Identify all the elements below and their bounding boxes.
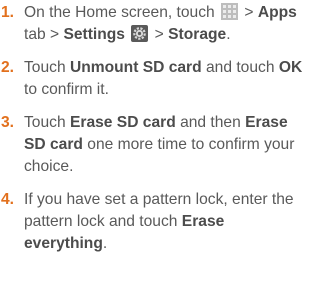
instruction-steps: 1. On the Home screen, touch > Apps tab … <box>0 2 308 266</box>
step-text: and touch <box>206 59 275 76</box>
step-1: 1. On the Home screen, touch > Apps tab … <box>0 2 308 46</box>
step-text: . <box>226 26 231 43</box>
step-text: to confirm it. <box>24 81 109 98</box>
step-text: Touch <box>24 114 66 131</box>
step-2: 2. Touch Unmount SD card and touch OK to… <box>0 57 308 101</box>
step-text: > <box>154 26 164 43</box>
step-number: 4. <box>1 191 15 208</box>
step-number: 3. <box>1 114 15 131</box>
step-text: Touch <box>24 59 66 76</box>
settings-gear-icon <box>131 25 149 42</box>
step-text: > <box>244 4 254 21</box>
erase-sd-card-label: Erase SD card <box>69 114 176 131</box>
step-number: 2. <box>1 59 15 76</box>
apps-grid-icon <box>221 3 239 20</box>
unmount-sd-card-label: Unmount SD card <box>69 59 202 76</box>
step-4: 4. If you have set a pattern lock, enter… <box>0 189 308 255</box>
step-text: If you have set a pattern lock, enter th… <box>24 191 294 230</box>
step-text: . <box>102 235 108 252</box>
ok-label: OK <box>278 59 303 76</box>
step-text: and then <box>180 114 241 131</box>
step-text: tab > <box>24 26 60 43</box>
storage-label: Storage <box>168 26 227 43</box>
step-3: 3. Touch Erase SD card and then Erase SD… <box>0 112 308 178</box>
step-number: 1. <box>1 4 15 21</box>
apps-tab-label: Apps <box>257 4 297 21</box>
settings-label: Settings <box>63 26 125 43</box>
step-text: On the Home screen, touch <box>24 4 215 21</box>
